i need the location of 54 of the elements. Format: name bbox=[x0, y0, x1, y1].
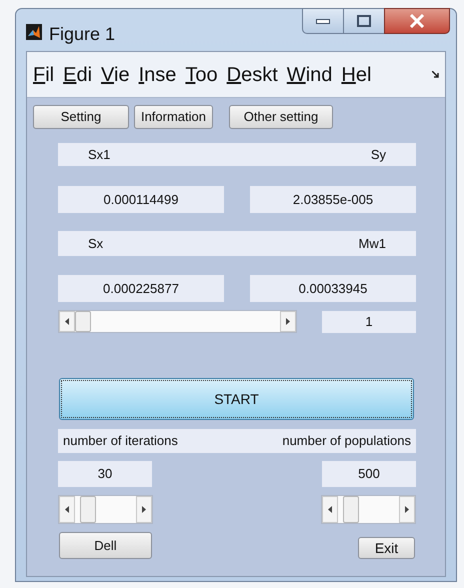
label-text: Sy bbox=[370, 146, 386, 164]
menu-item[interactable]: Fil bbox=[33, 60, 54, 90]
value-field[interactable]: 2.03855e-005 bbox=[250, 186, 416, 213]
slider[interactable] bbox=[58, 495, 153, 524]
maximize-icon bbox=[357, 15, 371, 27]
scroll-right-button[interactable] bbox=[399, 496, 415, 523]
scroll-left-button[interactable] bbox=[59, 496, 75, 523]
push-button[interactable]: Setting bbox=[33, 105, 129, 129]
menu-item[interactable]: Hel bbox=[341, 60, 372, 90]
minimize-button[interactable] bbox=[302, 8, 344, 34]
label-text: number of populations bbox=[282, 432, 411, 450]
label-text: Sx1 bbox=[88, 146, 110, 164]
close-icon bbox=[409, 14, 425, 28]
left-arrow-icon bbox=[65, 318, 69, 325]
start-button[interactable]: START bbox=[59, 378, 414, 420]
label-text: number of iterations bbox=[63, 432, 178, 450]
value-field[interactable]: 0.000114499 bbox=[58, 186, 224, 213]
scroll-right-button[interactable] bbox=[280, 311, 296, 332]
window-title: Figure 1 bbox=[49, 23, 116, 46]
push-button[interactable]: Other setting bbox=[229, 105, 333, 129]
minimize-icon bbox=[316, 18, 330, 24]
right-arrow-icon bbox=[405, 506, 409, 513]
menu-item[interactable]: Deskt bbox=[226, 60, 278, 90]
right-arrow-icon bbox=[286, 318, 290, 325]
right-arrow-icon bbox=[142, 506, 146, 513]
menu-item[interactable]: Too bbox=[185, 60, 218, 90]
menu-item[interactable]: Inse bbox=[138, 60, 176, 90]
value-field[interactable]: 0.000225877 bbox=[58, 275, 224, 302]
chevron-icon[interactable] bbox=[432, 71, 439, 78]
scroll-right-button[interactable] bbox=[136, 496, 152, 523]
slider-thumb[interactable] bbox=[342, 496, 358, 523]
value-field[interactable]: 30 bbox=[58, 461, 152, 487]
maximize-button[interactable] bbox=[344, 8, 384, 34]
push-button[interactable]: Exit bbox=[358, 537, 415, 559]
push-button[interactable]: Dell bbox=[59, 532, 152, 559]
push-button[interactable]: Information bbox=[134, 105, 213, 129]
value-field[interactable]: 500 bbox=[322, 461, 416, 487]
menu-item[interactable]: Wind bbox=[286, 60, 332, 90]
slider-thumb[interactable] bbox=[80, 496, 96, 523]
slider-thumb[interactable] bbox=[75, 311, 91, 332]
label-text: Mw1 bbox=[358, 234, 386, 253]
menu-item[interactable]: Vie bbox=[101, 60, 130, 90]
app-logo-icon bbox=[26, 24, 42, 40]
slider[interactable] bbox=[58, 310, 297, 333]
menu-item[interactable]: Edi bbox=[63, 60, 92, 90]
slider[interactable] bbox=[321, 495, 416, 524]
scroll-left-button[interactable] bbox=[59, 311, 75, 332]
left-arrow-icon bbox=[328, 506, 332, 513]
value-field[interactable]: 1 bbox=[322, 310, 416, 332]
scroll-left-button[interactable] bbox=[322, 496, 338, 523]
close-button[interactable] bbox=[384, 8, 450, 34]
value-field[interactable]: 0.00033945 bbox=[250, 275, 416, 302]
label-text: Sx bbox=[88, 234, 104, 253]
left-arrow-icon bbox=[65, 506, 69, 513]
